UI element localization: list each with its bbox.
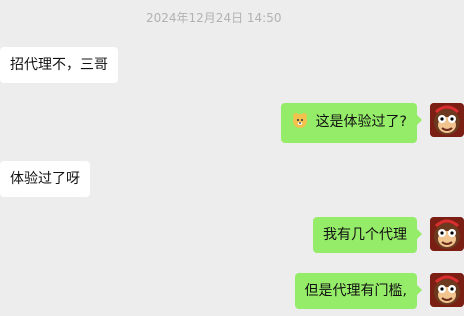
message-text: 这是体验过了? bbox=[315, 114, 407, 130]
message-text: 但是代理有门槛, bbox=[304, 283, 407, 299]
chat-window: 2024年12月24日 14:50 招代理不，三哥 这是体验过了? 体验过了呀 … bbox=[0, 0, 464, 316]
message-text: 体验过了呀 bbox=[10, 171, 80, 187]
outgoing-message-bubble[interactable]: 这是体验过了? bbox=[281, 103, 422, 143]
message-timestamp: 2024年12月24日 14:50 bbox=[146, 11, 282, 25]
dog-emoji-icon bbox=[291, 111, 309, 135]
outgoing-message-bubble[interactable]: 我有几个代理 bbox=[313, 217, 422, 253]
monkey-avatar-icon[interactable] bbox=[430, 217, 464, 251]
monkey-avatar-icon[interactable] bbox=[430, 273, 464, 307]
incoming-message-bubble[interactable]: 招代理不，三哥 bbox=[0, 47, 118, 83]
message-text: 我有几个代理 bbox=[323, 227, 407, 243]
monkey-avatar-icon[interactable] bbox=[430, 103, 464, 137]
outgoing-message-bubble[interactable]: 但是代理有门槛, bbox=[294, 273, 423, 309]
message-text: 招代理不，三哥 bbox=[10, 57, 108, 73]
incoming-message-bubble[interactable]: 体验过了呀 bbox=[0, 161, 90, 197]
